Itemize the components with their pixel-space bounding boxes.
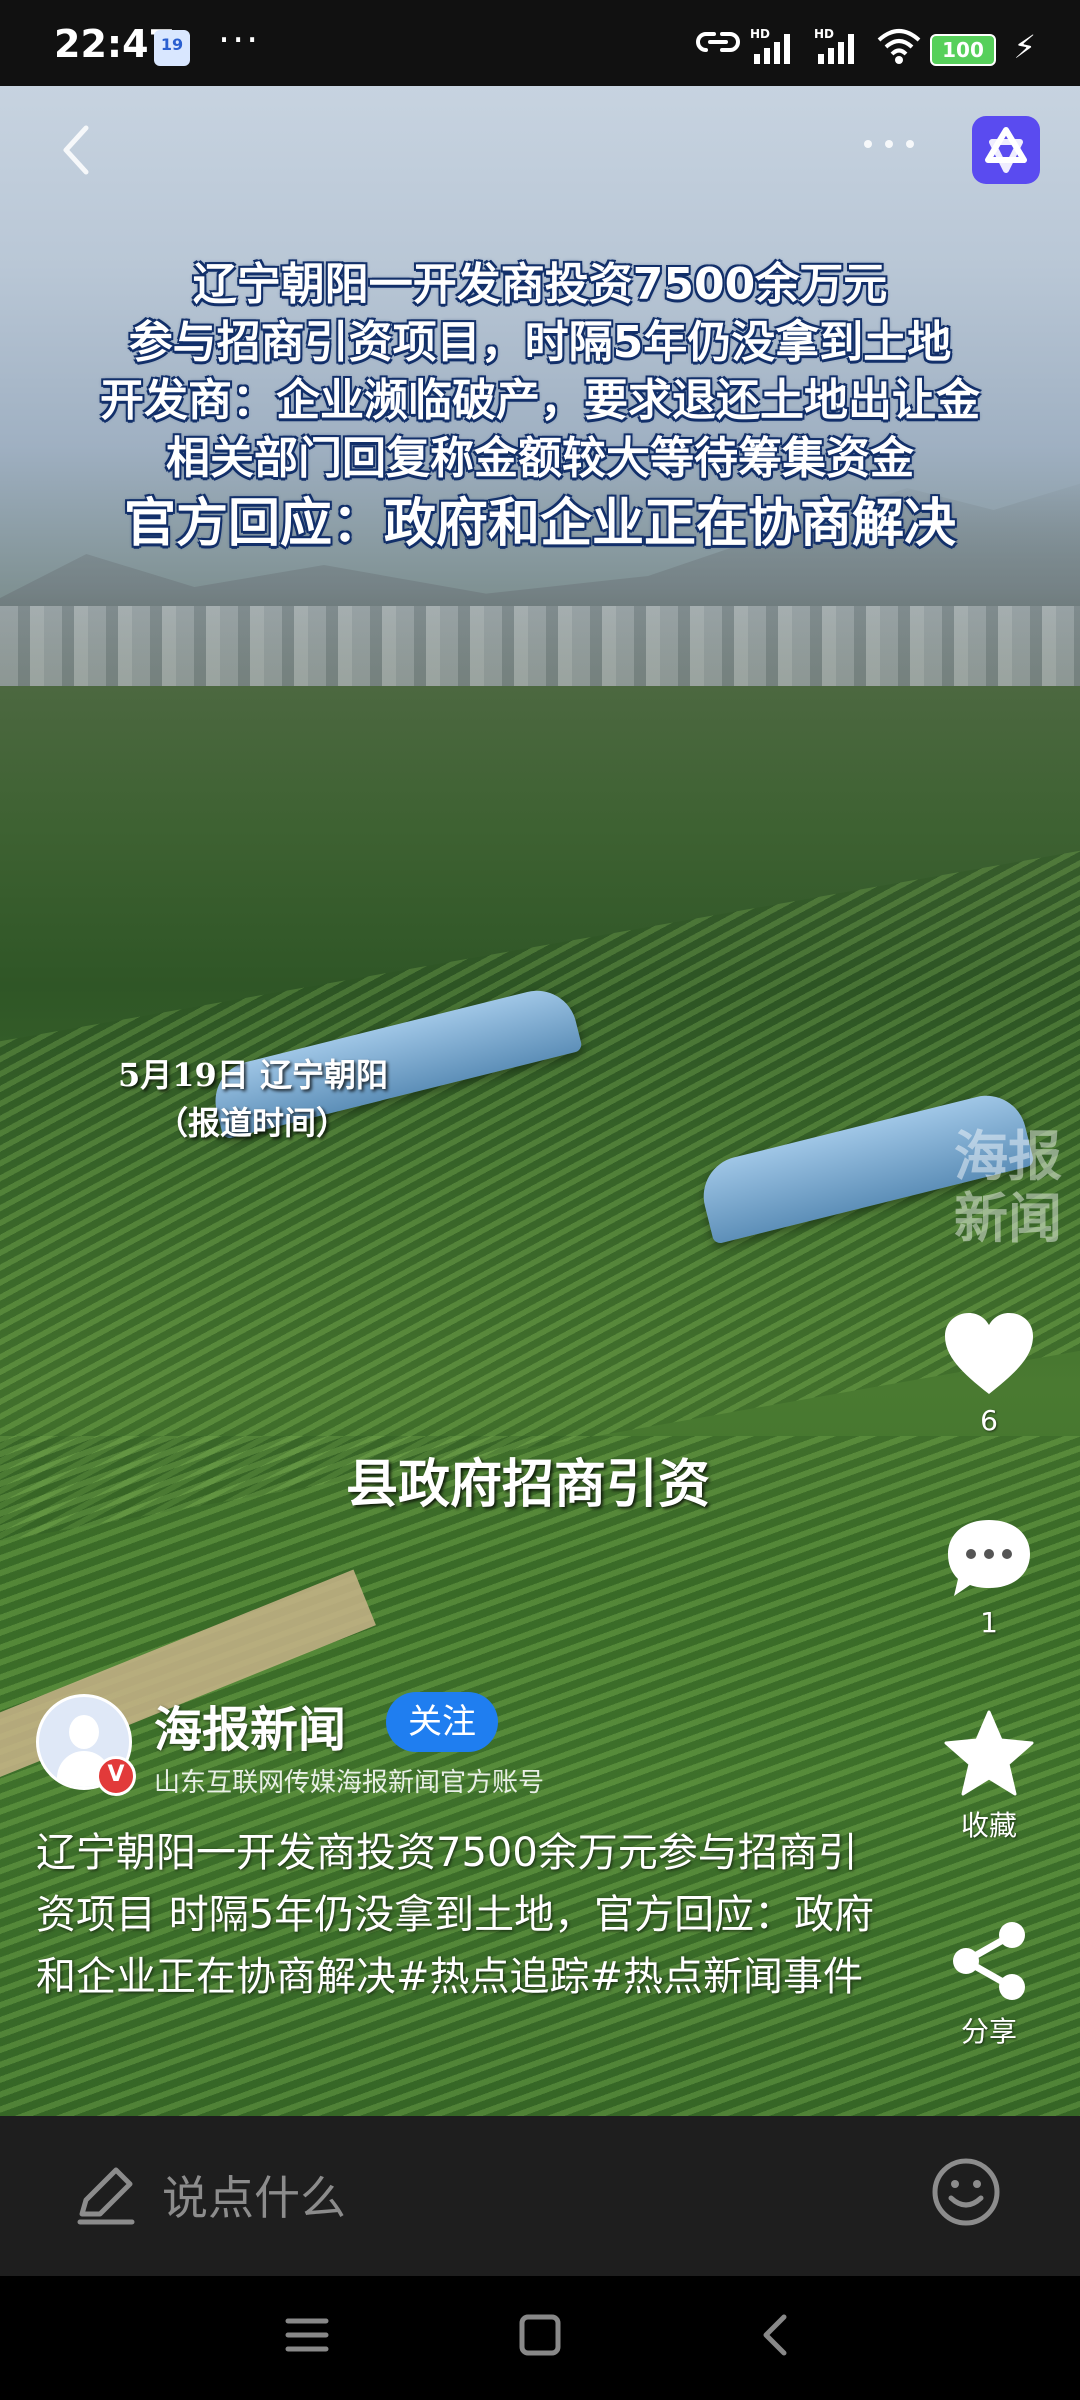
comment-button[interactable]: 1	[924, 1516, 1054, 1639]
app-logo-icon	[985, 127, 1027, 173]
headline-line: 相关部门回复称金额较大等待筹集资金	[166, 433, 914, 484]
scenery-town	[0, 606, 1080, 686]
share-button[interactable]: 分享	[924, 1918, 1054, 2050]
pencil-icon	[77, 2167, 135, 2225]
like-count: 6	[980, 1404, 998, 1437]
star-icon	[944, 1710, 1034, 1796]
svg-text:HD: HD	[814, 27, 834, 41]
video-headline: 辽宁朝阳一开发商投资7500余万元 参与招商引资项目，时隔5年仍没拿到土地 开发…	[0, 256, 1080, 558]
video-date-caption: 5月19日 辽宁朝阳	[118, 1056, 388, 1094]
headline-line: 开发商：企业濒临破产，要求退还土地出让金	[100, 375, 980, 426]
video-subtitle: 县政府招商引资	[346, 1454, 711, 1515]
back-nav-icon[interactable]	[752, 2312, 798, 2358]
headline-line: 官方回应：政府和企业正在协商解决	[123, 494, 956, 554]
home-icon[interactable]	[517, 2312, 563, 2358]
battery-indicator: 100	[930, 34, 996, 66]
calendar-notification-icon: 19	[154, 30, 190, 66]
comment-input[interactable]: 说点什么	[162, 2162, 346, 2228]
chevron-left-icon	[63, 125, 89, 175]
author-name[interactable]: 海报新闻	[154, 1690, 346, 1760]
follow-button[interactable]: 关注	[386, 1692, 498, 1752]
link-icon	[696, 32, 740, 52]
verified-badge-icon: V	[96, 1756, 136, 1796]
back-button[interactable]	[56, 120, 106, 180]
more-options-button[interactable]	[862, 118, 916, 164]
menu-icon[interactable]	[284, 2312, 330, 2358]
emoji-icon[interactable]	[930, 2156, 1002, 2228]
more-dots-icon	[864, 140, 914, 148]
signal-2-icon: HD	[814, 27, 854, 64]
status-overflow-icon: ···	[218, 18, 261, 62]
svg-text:HD: HD	[750, 27, 770, 41]
comment-count: 1	[980, 1606, 998, 1639]
headline-line: 参与招商引资项目，时隔5年仍没拿到土地	[128, 317, 952, 368]
wifi-icon	[877, 29, 921, 64]
video-player[interactable]: 辽宁朝阳一开发商投资7500余万元 参与招商引资项目，时隔5年仍没拿到土地 开发…	[0, 86, 1080, 2116]
post-description[interactable]: 辽宁朝阳一开发商投资7500余万元参与招商引资项目 时隔5年仍没拿到土地，官方回…	[36, 1822, 886, 2008]
headline-line: 辽宁朝阳一开发商投资7500余万元	[192, 259, 888, 310]
heart-icon	[945, 1313, 1033, 1394]
share-label: 分享	[960, 2015, 1017, 2048]
status-bar: 22:47 19 ··· HD HD 100 ⚡	[0, 0, 1080, 86]
brand-watermark: 海报 新闻	[954, 1125, 1062, 1250]
system-navigation-bar	[0, 2276, 1080, 2400]
charging-icon: ⚡	[1013, 28, 1036, 66]
app-root: 22:47 19 ··· HD HD 100 ⚡ 辽宁朝阳一开发商投资7500余…	[0, 0, 1080, 2400]
comment-bubble-icon	[948, 1520, 1030, 1596]
author-subtitle: 山东互联网传媒海报新闻官方账号	[154, 1768, 545, 1798]
video-date-caption-sub: （报道时间）	[156, 1104, 349, 1142]
signal-1-icon: HD	[750, 27, 790, 64]
app-logo[interactable]	[972, 116, 1040, 184]
share-icon	[953, 1922, 1025, 2000]
like-button[interactable]: 6	[924, 1310, 1054, 1437]
status-icons: HD HD 100 ⚡	[696, 26, 1036, 66]
comment-bar[interactable]: 说点什么	[0, 2116, 1080, 2276]
favorite-label: 收藏	[960, 1809, 1017, 1842]
favorite-button[interactable]: 收藏	[924, 1708, 1054, 1844]
